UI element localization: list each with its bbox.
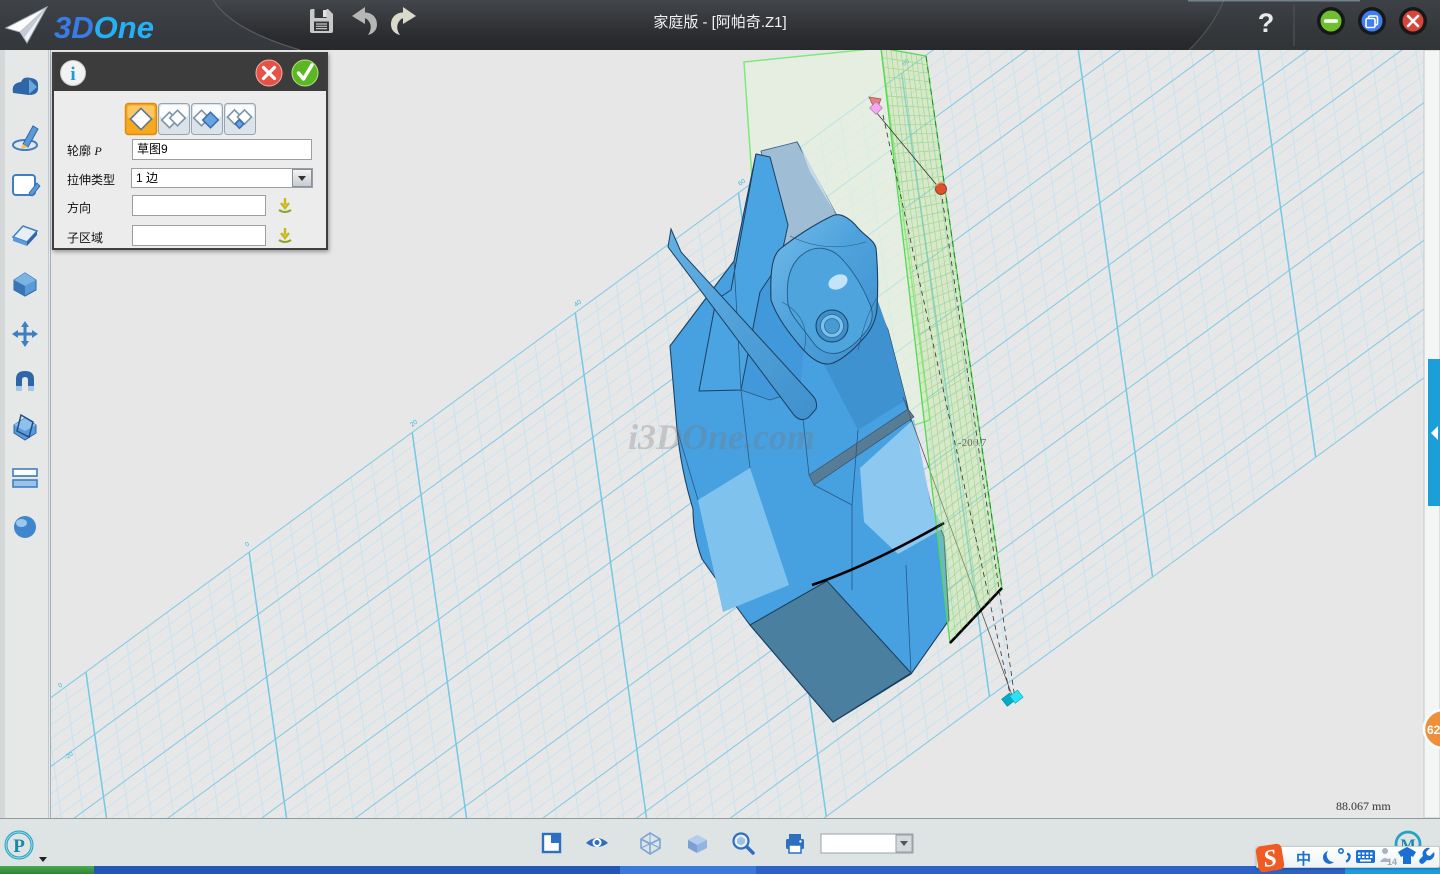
- svg-text:i: i: [70, 64, 75, 85]
- svg-text:-206.7: -206.7: [958, 437, 987, 449]
- svg-text:88.067 mm: 88.067 mm: [1336, 799, 1391, 813]
- svg-text:i3DOne.com: i3DOne.com: [628, 417, 815, 457]
- svg-text:14: 14: [1387, 857, 1397, 867]
- svg-text:3DOne: 3DOne: [54, 10, 154, 45]
- svg-text:?: ?: [1258, 8, 1275, 38]
- svg-text:P: P: [13, 836, 25, 857]
- svg-text:中: 中: [1296, 850, 1311, 868]
- svg-text:家庭版 - [阿帕奇.Z1]: 家庭版 - [阿帕奇.Z1]: [653, 14, 786, 31]
- svg-text:62: 62: [1427, 723, 1440, 737]
